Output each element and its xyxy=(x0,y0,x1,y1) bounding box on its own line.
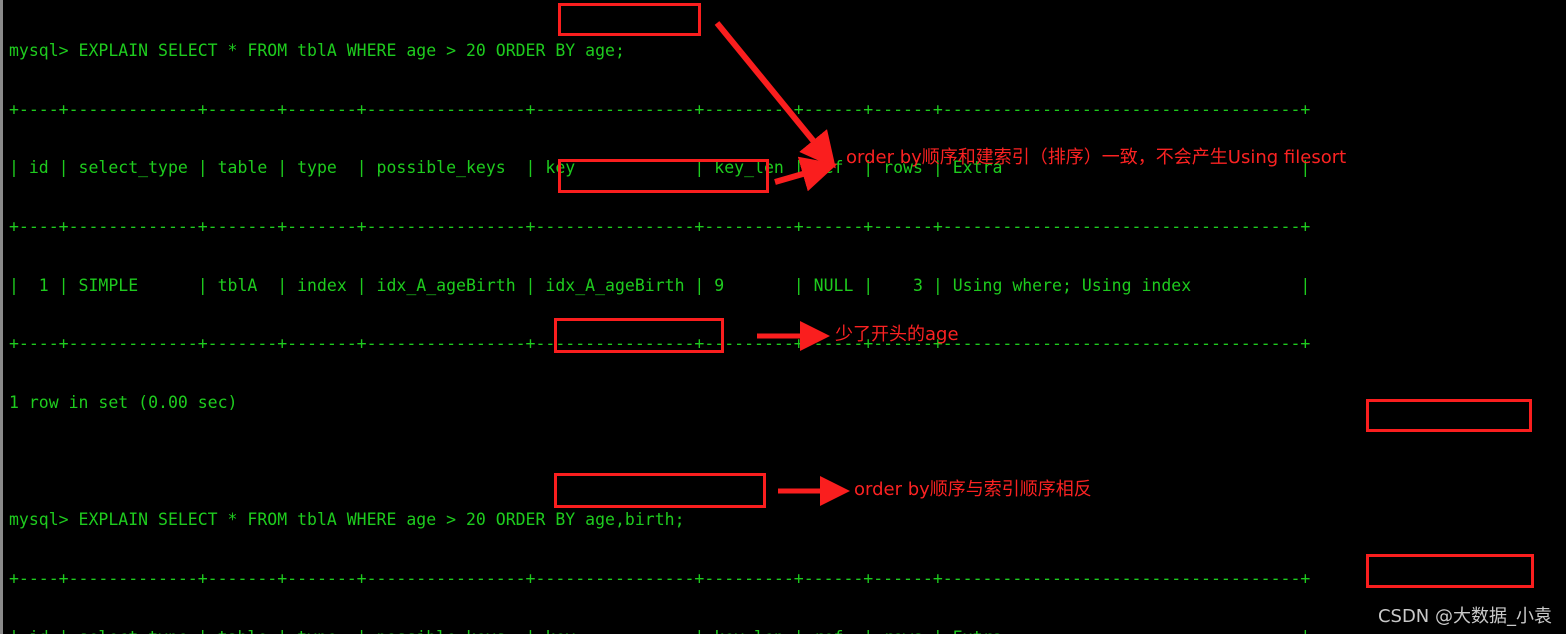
terminal-line: | 1 | SIMPLE | tblA | index | idx_A_ageB… xyxy=(9,275,1311,295)
terminal-line: mysql> EXPLAIN SELECT * FROM tblA WHERE … xyxy=(9,510,685,530)
terminal-line: +----+-------------+-------+-------+----… xyxy=(9,334,1311,354)
terminal-line: 1 row in set (0.00 sec) xyxy=(9,392,238,412)
terminal-screenshot: mysql> EXPLAIN SELECT * FROM tblA WHERE … xyxy=(0,0,1566,634)
terminal-line: +----+-------------+-------+-------+----… xyxy=(9,99,1311,119)
terminal-line: | id | select_type | table | type | poss… xyxy=(9,628,1566,634)
terminal-line: +----+-------------+-------+-------+----… xyxy=(9,217,1311,237)
terminal-output: mysql> EXPLAIN SELECT * FROM tblA WHERE … xyxy=(9,2,1566,634)
annotation-note-1: order by顺序和建索引（排序）一致，不会产生Using filesort xyxy=(846,147,1347,168)
annotation-note-2: 少了开头的age xyxy=(835,324,959,345)
csdn-watermark: CSDN @大数据_小袁 xyxy=(1377,606,1552,627)
terminal-line: +----+-------------+-------+-------+----… xyxy=(9,568,1311,588)
terminal-line: mysql> EXPLAIN SELECT * FROM tblA WHERE … xyxy=(9,41,625,61)
annotation-note-3: order by顺序与索引顺序相反 xyxy=(854,479,1092,500)
